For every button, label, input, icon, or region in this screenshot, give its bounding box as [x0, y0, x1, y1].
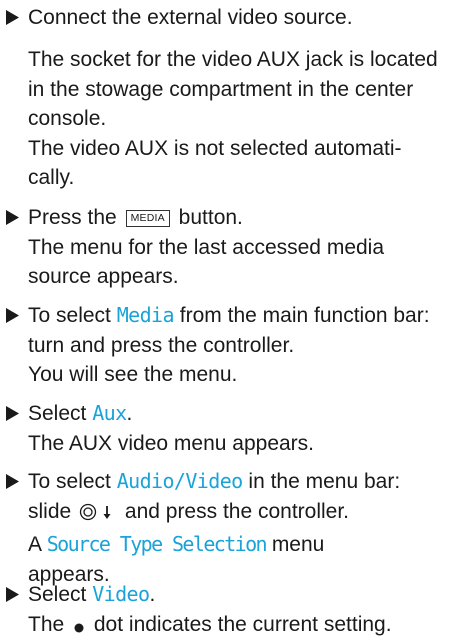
manual-page: Connect the external video source. The s…	[0, 0, 461, 635]
step-text: Select	[28, 402, 86, 425]
step-text: A	[28, 533, 41, 556]
bullet-triangle-icon	[2, 399, 22, 428]
step-text: Press the	[28, 206, 117, 229]
info-paragraph-socket: The socket for the video AUX jack is loc…	[0, 45, 461, 193]
bullet-triangle-icon	[2, 467, 22, 496]
instruction-step-connect: Connect the external video source.	[0, 3, 461, 33]
menu-item-audio-video: Audio/Video	[117, 469, 243, 493]
bullet-triangle-icon	[2, 203, 22, 232]
step-result-text: turn and press the controller.	[28, 331, 461, 361]
info-text-line: The video AUX is not selected automati-	[28, 134, 461, 164]
info-text-line: in the stowage compartment in the center	[28, 75, 461, 105]
instruction-step-press-media: Press the MEDIA button. The menu for the…	[0, 203, 461, 292]
step-text: To select	[28, 304, 111, 327]
step-result-text: You will see the menu.	[28, 360, 461, 390]
bullet-triangle-icon	[2, 301, 22, 330]
bullet-triangle-icon	[2, 3, 22, 32]
instruction-step-select-aux: Select Aux. The AUX video menu appears.	[0, 399, 461, 458]
step-text: from the main function bar:	[180, 304, 430, 327]
radio-dot-icon	[72, 614, 86, 643]
menu-item-media: Media	[117, 303, 174, 327]
instruction-step-select-media: To select Media from the main function b…	[0, 301, 461, 390]
step-text: and press the controller.	[125, 500, 349, 523]
step-text: button.	[179, 206, 243, 229]
step-text: slide	[28, 500, 71, 523]
step-result-text: The menu for the last accessed media	[28, 233, 461, 263]
instruction-step-select-video: Select Video. The dot indicates the curr…	[0, 580, 461, 643]
controller-slide-down-icon	[79, 501, 117, 531]
info-text-line: console.	[28, 104, 461, 134]
step-text: .	[149, 583, 155, 606]
step-text: dot indicates the current setting.	[94, 613, 392, 636]
step-text: in the menu bar:	[248, 470, 400, 493]
step-text: .	[127, 402, 133, 425]
step-text: menu	[272, 533, 325, 556]
step-result-text: source appears.	[28, 262, 461, 292]
media-button-keycap: MEDIA	[126, 210, 170, 227]
step-text: Select	[28, 583, 86, 606]
bullet-triangle-icon	[2, 580, 22, 609]
step-result-text: The AUX video menu appears.	[28, 429, 461, 459]
step-text: The	[28, 613, 64, 636]
instruction-step-select-audio-video: To select Audio/Video in the menu bar: s…	[0, 467, 461, 589]
menu-item-aux: Aux	[92, 401, 126, 425]
menu-item-source-type-selection: Source Type Selection	[47, 532, 266, 556]
info-text-line: The socket for the video AUX jack is loc…	[28, 45, 461, 75]
step-text: To select	[28, 470, 111, 493]
step-text: Connect the external video source.	[28, 3, 461, 33]
menu-item-video: Video	[92, 582, 149, 606]
info-text-line: cally.	[28, 163, 461, 193]
